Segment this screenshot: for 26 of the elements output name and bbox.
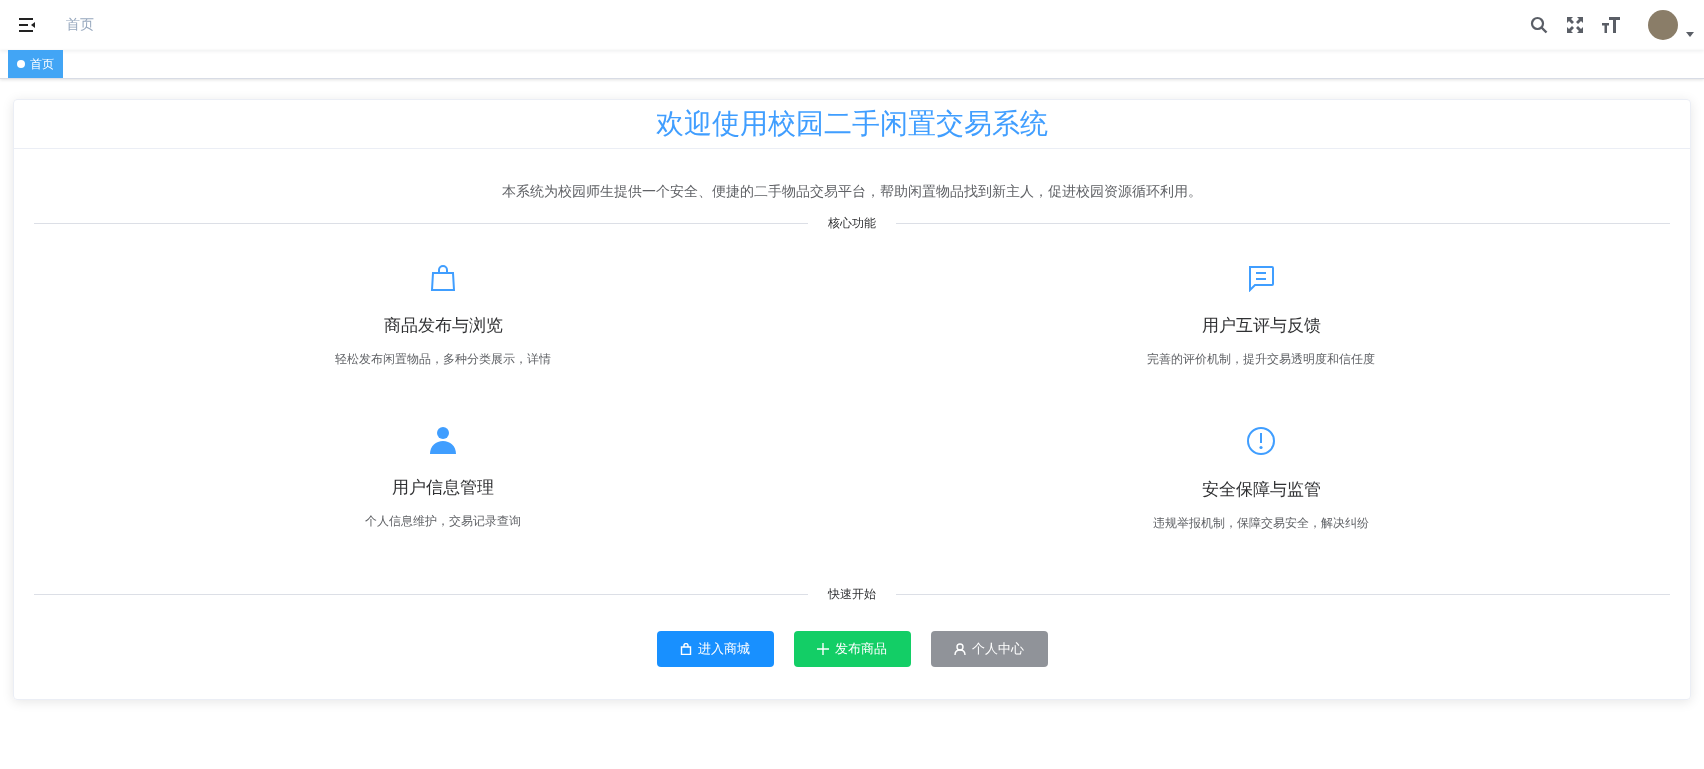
feature-title: 用户互评与反馈 — [1201, 314, 1321, 337]
feature-title: 用户信息管理 — [392, 476, 494, 499]
action-button[interactable]: 个人中心 — [930, 631, 1048, 667]
feature-description: 完善的评价机制，提升交易透明度和信任度 — [1147, 351, 1375, 368]
feature-description: 个人信息维护，交易记录查询 — [365, 513, 521, 530]
plus-icon — [817, 643, 829, 655]
avatar-image[interactable] — [1648, 10, 1678, 40]
divider-label: 核心功能 — [827, 215, 877, 232]
action-button[interactable]: 发布商品 — [793, 631, 911, 667]
breadcrumb-item: 首页 — [66, 16, 94, 34]
chat-icon — [1246, 264, 1276, 292]
shopping-bag-icon — [429, 264, 457, 292]
card-title: 欢迎使用校园二手闲置交易系统 — [655, 110, 1049, 138]
feature-title: 安全保障与监管 — [1201, 478, 1321, 501]
tab[interactable]: 首页 — [8, 50, 63, 78]
caret-icon[interactable] — [1686, 31, 1694, 37]
exclamation-circle-icon — [1246, 426, 1276, 456]
feature-description: 轻松发布闲置物品，多种分类展示，详情 — [335, 351, 551, 368]
divider-label: 快速开始 — [827, 586, 877, 603]
description-text: 本系统为校园师生提供一个安全、便捷的二手物品交易平台，帮助闲置物品找到新主人，促进校园资源循环利用。 — [501, 183, 1203, 201]
action-button[interactable]: 进入商城 — [656, 631, 774, 667]
bag-icon — [680, 643, 692, 655]
feature-description: 违规举报机制，保障交易安全，解决纠纷 — [1153, 515, 1369, 532]
feature-title: 商品发布与浏览 — [383, 314, 503, 337]
user-icon — [429, 426, 457, 454]
user-icon — [954, 643, 966, 655]
